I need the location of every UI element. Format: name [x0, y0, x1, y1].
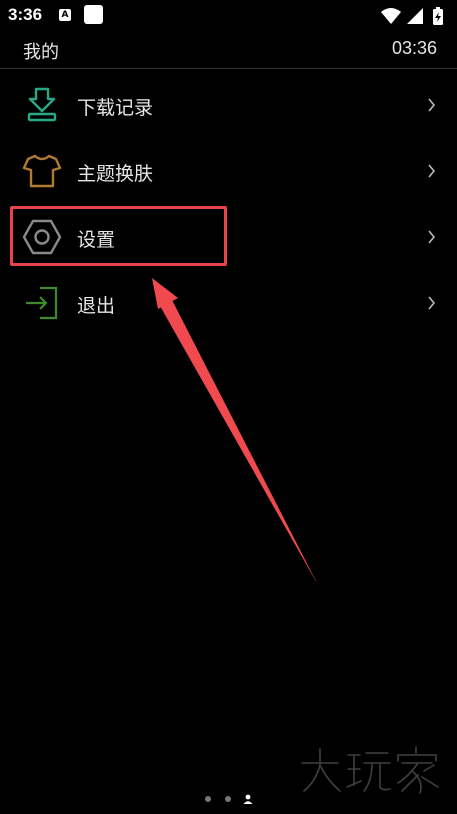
download-icon	[27, 87, 57, 122]
app-notification-icon	[84, 5, 103, 24]
menu-label: 下载记录	[77, 97, 154, 119]
page-title: 我的	[23, 42, 59, 63]
chevron-right-icon	[428, 230, 436, 244]
menu-label: 退出	[77, 295, 116, 317]
chevron-right-icon	[428, 98, 436, 112]
menu-item-download-history[interactable]: 下载记录	[0, 72, 457, 138]
battery-icon	[433, 7, 443, 25]
status-bar: 3:36 A	[0, 0, 457, 32]
page-header: 我的 03:36	[0, 32, 457, 69]
menu-label: 主题换肤	[77, 163, 154, 185]
page-dot[interactable]	[205, 795, 212, 802]
a-notification-icon: A	[59, 9, 71, 21]
user-icon[interactable]	[243, 794, 253, 804]
menu-item-logout[interactable]: 退出	[0, 270, 457, 336]
menu-item-theme-skin[interactable]: 主题换肤	[0, 138, 457, 204]
status-time: 3:36	[8, 5, 43, 24]
chevron-right-icon	[428, 164, 436, 178]
shirt-icon	[22, 154, 62, 188]
signal-icon	[407, 8, 423, 24]
page-dot[interactable]	[224, 795, 231, 802]
exit-icon	[26, 286, 58, 320]
chevron-right-icon	[428, 296, 436, 310]
wifi-icon	[381, 8, 401, 24]
highlight-box	[10, 206, 227, 266]
header-clock: 03:36	[391, 38, 437, 58]
watermark-logo	[301, 746, 439, 794]
status-icons	[381, 7, 443, 25]
settings-menu: 下载记录 主题换肤 设置 退出	[0, 72, 457, 336]
